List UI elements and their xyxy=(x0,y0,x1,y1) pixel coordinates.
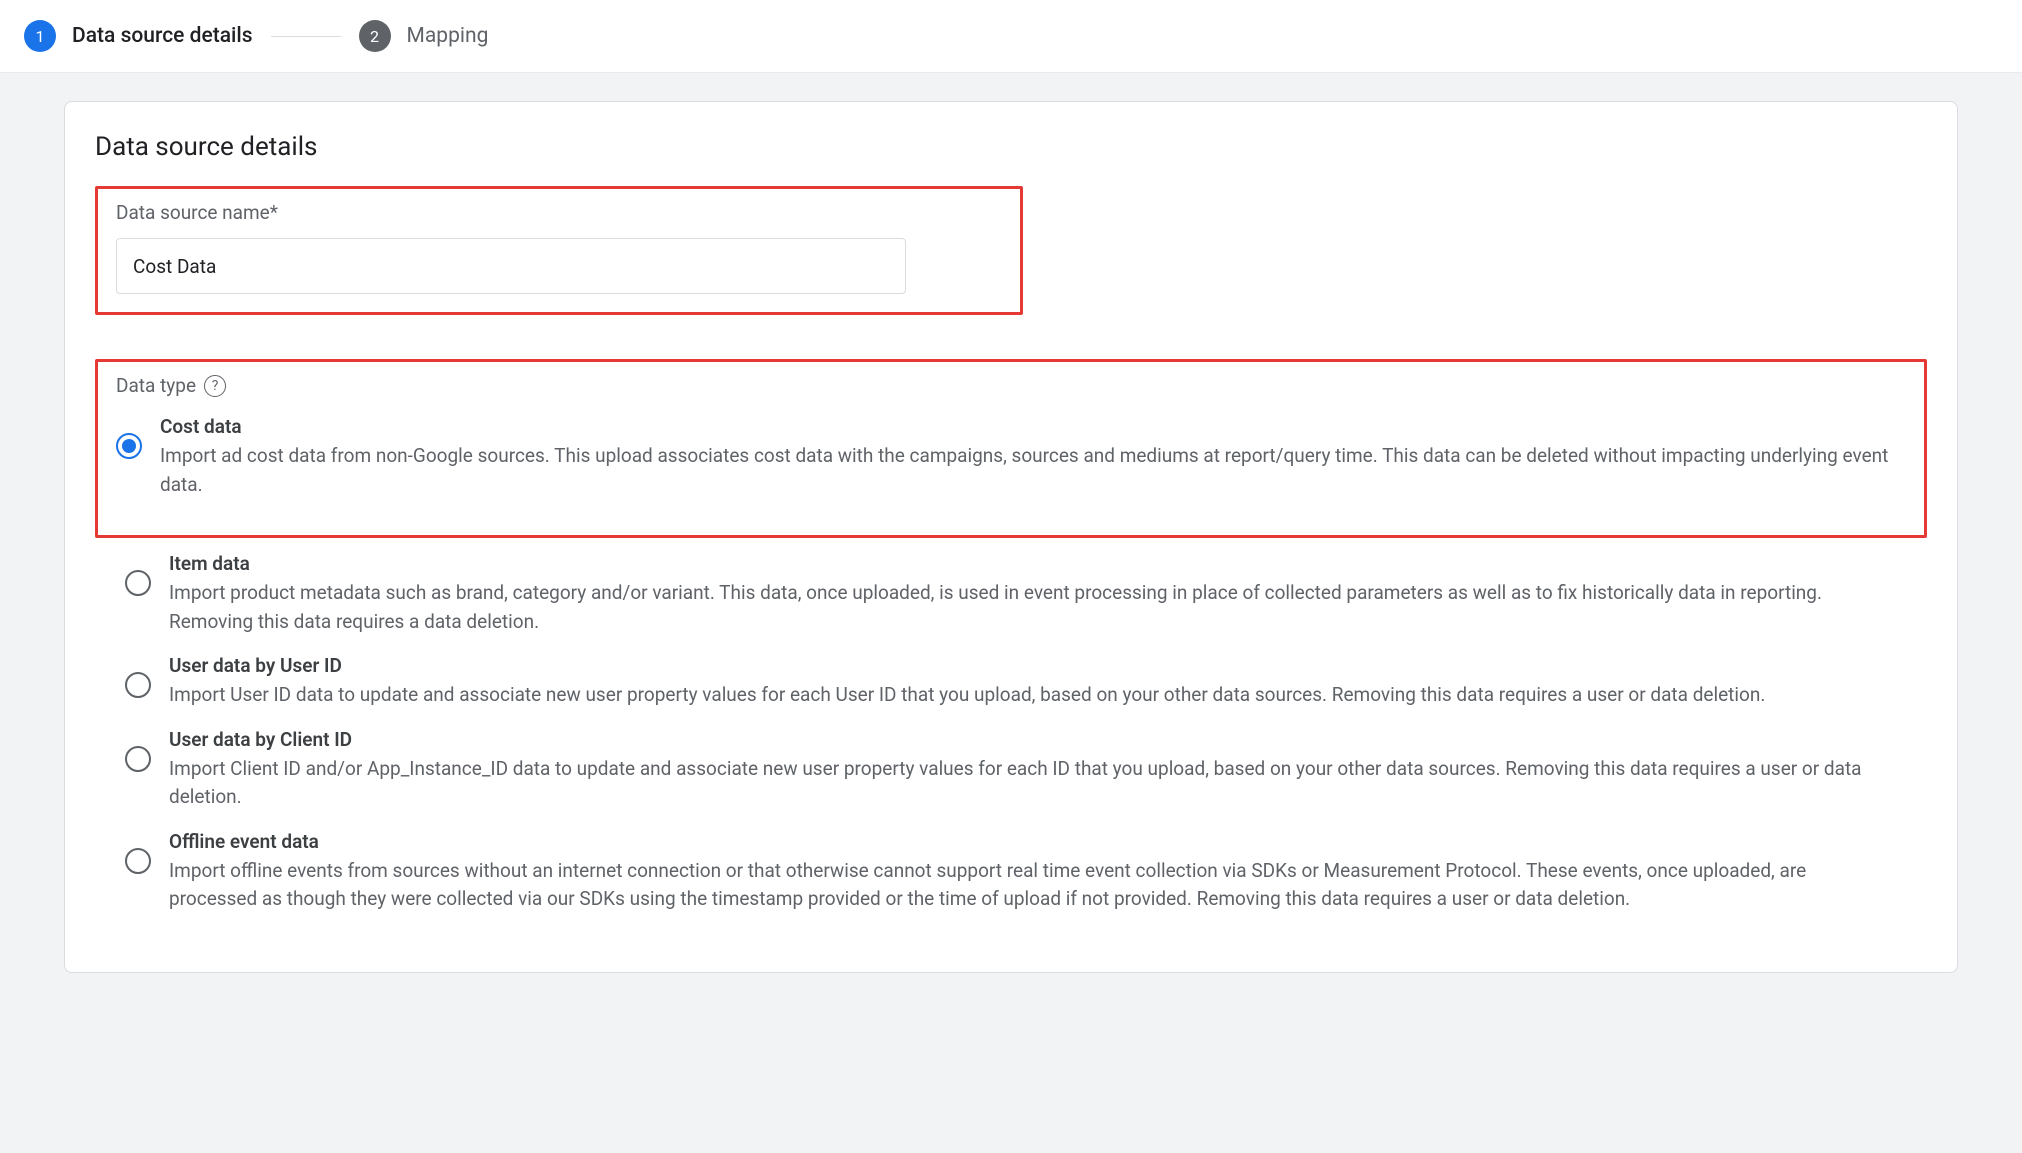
radio-offline-event[interactable]: Offline event data Import offline events… xyxy=(125,830,1897,914)
type-highlight: Data type ? Cost data Import ad cost dat… xyxy=(95,359,1927,538)
radio-item-data[interactable]: Item data Import product metadata such a… xyxy=(125,552,1897,636)
data-type-label: Data type ? xyxy=(116,374,1906,397)
card: Data source details Data source name* Da… xyxy=(64,101,1958,973)
radio-client-id[interactable]: User data by Client ID Import Client ID … xyxy=(125,728,1897,812)
radio-client-id-title: User data by Client ID xyxy=(169,728,1897,751)
radio-list-outside: Item data Import product metadata such a… xyxy=(95,552,1927,914)
step-2[interactable]: 2 Mapping xyxy=(359,20,489,52)
radio-user-id-title: User data by User ID xyxy=(169,654,1897,677)
radio-offline-event-desc: Import offline events from sources witho… xyxy=(169,857,1897,914)
radio-user-id-control[interactable] xyxy=(125,672,151,698)
radio-offline-event-text: Offline event data Import offline events… xyxy=(169,830,1897,914)
radio-cost-data-title: Cost data xyxy=(160,415,1906,438)
data-source-name-input[interactable] xyxy=(116,238,906,294)
step-1[interactable]: 1 Data source details xyxy=(24,20,253,52)
radio-item-data-desc: Import product metadata such as brand, c… xyxy=(169,579,1897,636)
radio-user-id-text: User data by User ID Import User ID data… xyxy=(169,654,1897,710)
stepper: 1 Data source details 2 Mapping xyxy=(0,0,2022,73)
radio-offline-event-control[interactable] xyxy=(125,848,151,874)
radio-item-data-text: Item data Import product metadata such a… xyxy=(169,552,1897,636)
section-title: Data source details xyxy=(95,132,1927,162)
help-icon[interactable]: ? xyxy=(204,375,226,397)
name-highlight: Data source name* xyxy=(95,186,1023,315)
radio-user-id-desc: Import User ID data to update and associ… xyxy=(169,681,1897,710)
step-connector xyxy=(271,36,341,37)
step-number-1: 1 xyxy=(24,20,56,52)
radio-offline-event-title: Offline event data xyxy=(169,830,1897,853)
radio-item-data-title: Item data xyxy=(169,552,1897,575)
radio-client-id-control[interactable] xyxy=(125,746,151,772)
step-label-1: Data source details xyxy=(72,24,253,48)
radio-user-id[interactable]: User data by User ID Import User ID data… xyxy=(125,654,1897,710)
data-type-label-text: Data type xyxy=(116,374,196,397)
radio-cost-data-desc: Import ad cost data from non-Google sour… xyxy=(160,442,1906,499)
radio-item-data-control[interactable] xyxy=(125,570,151,596)
step-number-2: 2 xyxy=(359,20,391,52)
radio-list-inside: Cost data Import ad cost data from non-G… xyxy=(116,415,1906,499)
radio-cost-data[interactable]: Cost data Import ad cost data from non-G… xyxy=(116,415,1906,499)
content-area: Data source details Data source name* Da… xyxy=(0,73,2022,1153)
name-field-label: Data source name* xyxy=(116,201,1002,224)
radio-cost-data-text: Cost data Import ad cost data from non-G… xyxy=(160,415,1906,499)
radio-cost-data-control[interactable] xyxy=(116,433,142,459)
radio-client-id-desc: Import Client ID and/or App_Instance_ID … xyxy=(169,755,1897,812)
radio-client-id-text: User data by Client ID Import Client ID … xyxy=(169,728,1897,812)
step-label-2: Mapping xyxy=(407,24,489,48)
